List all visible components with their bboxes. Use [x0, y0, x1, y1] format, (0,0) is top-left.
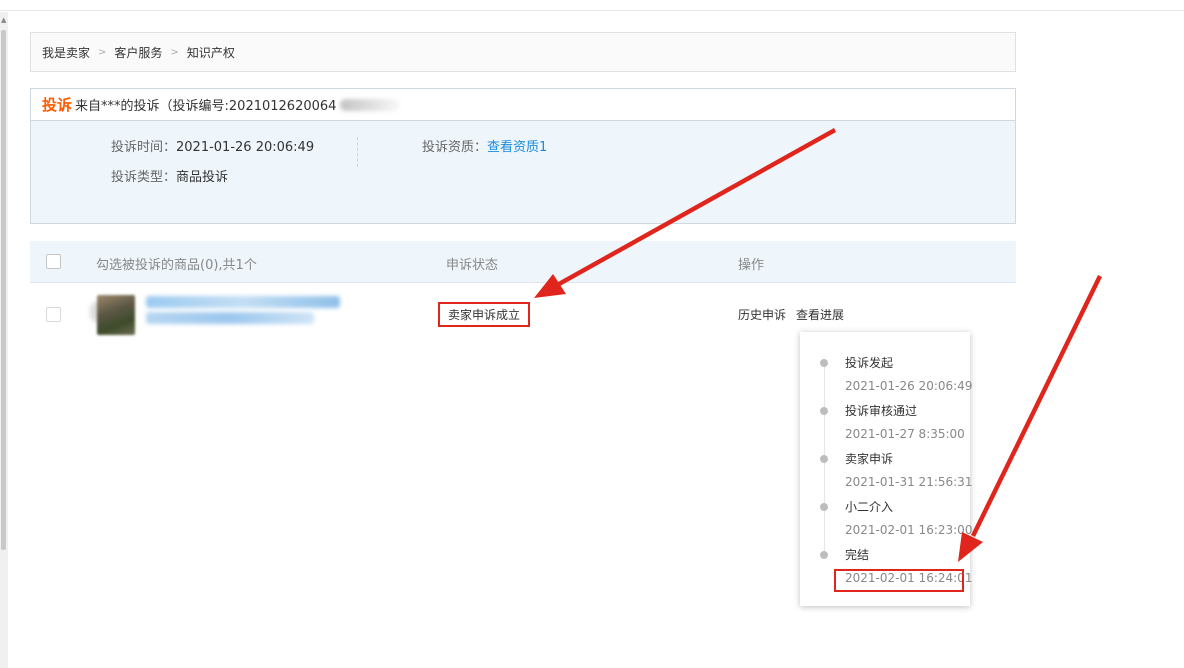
- timeline-dot-icon: [820, 407, 828, 415]
- breadcrumb-item-seller[interactable]: 我是卖家: [42, 44, 90, 61]
- column-header-actions: 操作: [738, 258, 765, 273]
- complaint-time-value: 2021-01-26 20:06:49: [176, 140, 315, 155]
- redacted-blur: [340, 98, 401, 111]
- timeline-dot-icon: [820, 455, 828, 463]
- breadcrumb-item-customer-service[interactable]: 客户服务: [114, 44, 162, 61]
- product-table-header: 勾选被投诉的商品(0),共1个 申诉状态 操作: [30, 241, 1016, 283]
- complaint-title: 来自***的投诉（投诉编号:2021012620064: [75, 99, 337, 114]
- status-badge: 卖家申诉成立: [438, 302, 530, 327]
- complaint-header: 投诉 来自***的投诉（投诉编号:2021012620064: [31, 89, 1015, 121]
- step-time: 2021-02-01 16:23:00: [845, 523, 973, 537]
- vertical-scrollbar[interactable]: ▲: [0, 12, 8, 668]
- status-text: 卖家申诉成立: [447, 308, 520, 322]
- view-progress-link[interactable]: 查看进展: [796, 306, 844, 323]
- column-header-products: 勾选被投诉的商品(0),共1个: [96, 258, 257, 273]
- breadcrumb-item-ip: 知识产权: [186, 45, 235, 60]
- complaint-type: 投诉类型：商品投诉: [111, 166, 228, 185]
- breadcrumb: 我是卖家 > 客户服务 > 知识产权: [30, 32, 1016, 72]
- complaint-time-label: 投诉时间：: [111, 140, 177, 155]
- step-time: 2021-01-26 20:06:49: [845, 379, 973, 393]
- product-thumbnail[interactable]: [97, 295, 135, 335]
- highlight-box: [834, 569, 964, 592]
- history-appeal-link[interactable]: 历史申诉: [738, 306, 786, 323]
- view-credential-link[interactable]: 查看资质1: [487, 140, 547, 155]
- complaint-credential-label: 投诉资质：: [422, 140, 488, 155]
- top-divider: [0, 10, 1184, 11]
- step-name: 小二介入: [845, 500, 894, 514]
- product-title-redacted[interactable]: [146, 312, 314, 324]
- progress-popover: 投诉发起 2021-01-26 20:06:49 投诉审核通过 2021-01-…: [800, 332, 973, 606]
- product-title-redacted[interactable]: [146, 296, 340, 308]
- step-name: 投诉发起: [845, 356, 894, 370]
- scrollbar-thumb[interactable]: [1, 30, 6, 550]
- timeline-dot-icon: [820, 551, 828, 559]
- field-divider: [357, 137, 358, 167]
- complaint-panel: 投诉 来自***的投诉（投诉编号:2021012620064 投诉时间：2021…: [30, 88, 1016, 224]
- breadcrumb-separator-icon: >: [170, 46, 179, 58]
- step-name: 完结: [845, 548, 870, 562]
- complaint-type-value: 商品投诉: [176, 170, 229, 185]
- step-name: 卖家申诉: [845, 452, 894, 466]
- complaint-time: 投诉时间：2021-01-26 20:06:49: [111, 136, 314, 155]
- timeline-dot-icon: [820, 503, 828, 511]
- select-all-checkbox[interactable]: [46, 254, 61, 269]
- scroll-up-icon[interactable]: ▲: [1, 16, 6, 24]
- step-name: 投诉审核通过: [845, 404, 918, 418]
- complaint-type-label: 投诉类型：: [111, 170, 177, 185]
- complaint-tag: 投诉: [42, 96, 73, 114]
- complaint-credential: 投诉资质：查看资质1: [422, 136, 547, 155]
- step-time: 2021-01-27 8:35:00: [845, 427, 965, 441]
- timeline-dot-icon: [820, 359, 828, 367]
- column-header-status: 申诉状态: [446, 258, 499, 273]
- breadcrumb-separator-icon: >: [98, 46, 107, 58]
- step-time: 2021-01-31 21:56:31: [845, 475, 973, 489]
- row-checkbox[interactable]: [46, 307, 61, 322]
